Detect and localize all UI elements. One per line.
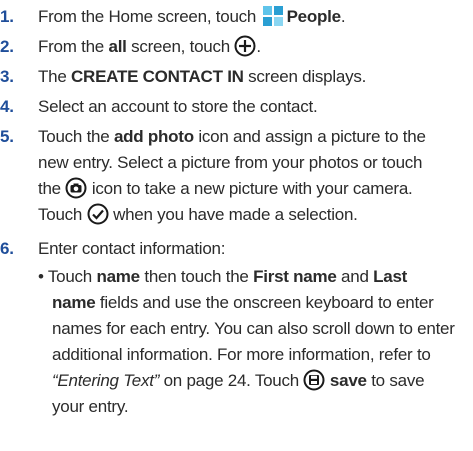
step-number: 3. [0, 67, 14, 86]
bullet-line: “Entering Text” on page 24. Touch save t… [38, 368, 470, 394]
bullet-line: additional information. For more informa… [52, 345, 431, 364]
step-number: 2. [0, 37, 14, 56]
step-text: Enter contact information: [38, 239, 226, 258]
bullet-item: • Touch name then touch the First name a… [38, 264, 470, 420]
step-number: 5. [0, 127, 14, 146]
step-text: From the Home screen, touch People. [38, 6, 346, 26]
step-text: From the all screen, touch . [38, 34, 261, 60]
save-disk-icon [303, 369, 325, 399]
people-app-icon [262, 6, 283, 26]
bullet-line: your entry. [52, 397, 129, 416]
bullet-line: names for each entry. You can also scrol… [52, 319, 455, 338]
instruction-document: 1. From the Home screen, touch People. 2… [0, 0, 473, 451]
check-circle-icon [87, 203, 109, 233]
step-number: 6. [0, 239, 14, 258]
step-text: Touch the add photo icon and assign a pi… [38, 124, 426, 228]
step-text: The CREATE CONTACT IN screen displays. [38, 67, 367, 86]
step-text: Select an account to store the contact. [38, 97, 318, 116]
add-circle-icon [234, 35, 256, 65]
step-number: 4. [0, 97, 14, 116]
bullet-line: name fields and use the onscreen keyboar… [52, 293, 434, 312]
bullet-line: • Touch name then touch the First name a… [38, 267, 408, 286]
cross-reference-link[interactable]: “Entering Text” [52, 371, 159, 390]
step-number: 1. [0, 7, 14, 26]
